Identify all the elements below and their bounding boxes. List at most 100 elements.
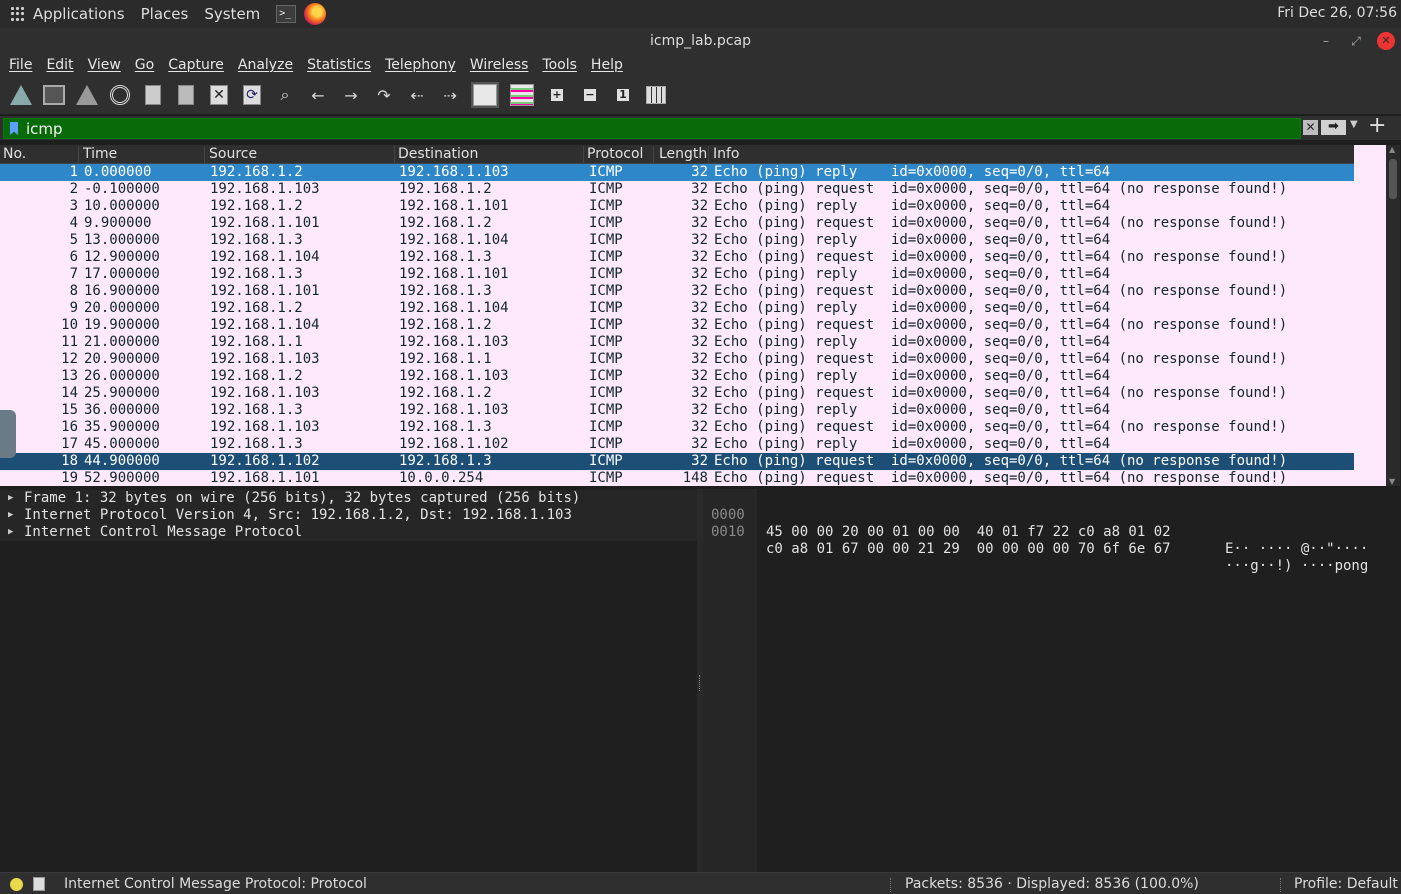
add-filter-button-plus-icon[interactable]: +: [1368, 113, 1386, 138]
menu-wireless[interactable]: Wireless: [470, 57, 529, 73]
table-row[interactable]: 4 9.900000 192.168.1.101 192.168.1.2 ICMP 32 E…: [0, 215, 1354, 232]
menu-tools[interactable]: Tools: [542, 57, 577, 73]
cell-len: 32: [691, 436, 708, 452]
stop-capture-icon[interactable]: [41, 82, 67, 108]
detail-row-icmp[interactable]: ▶ Internet Control Message Protocol: [0, 524, 697, 541]
colorize-icon[interactable]: [507, 82, 537, 108]
table-row[interactable]: 11 21.000000 192.168.1.1 192.168.1.103 ICMP 3…: [0, 334, 1354, 351]
packet-list-scrollbar[interactable]: ▲ ▼: [1386, 145, 1400, 486]
cell-time: 16.900000: [84, 283, 160, 299]
table-row[interactable]: 18 44.900000 192.168.1.102 192.168.1.3 ICMP 3…: [0, 453, 1354, 470]
bytes-row[interactable]: 0010 c0 a8 01 67 00 00 21 29 00 00 00 00…: [703, 507, 1401, 574]
table-row[interactable]: 19 52.900000 192.168.1.101 10.0.0.254 ICMP 14…: [0, 470, 1354, 486]
places-menu[interactable]: Places: [141, 5, 189, 23]
menu-file[interactable]: File: [9, 57, 32, 73]
go-last-icon[interactable]: ⇢: [437, 82, 463, 108]
cell-dst: 192.168.1.3: [399, 453, 492, 469]
table-row[interactable]: 6 12.900000 192.168.1.104 192.168.1.3 ICMP 32…: [0, 249, 1354, 266]
bookmark-icon[interactable]: [10, 122, 18, 135]
table-row[interactable]: 5 13.000000 192.168.1.3 192.168.1.104 ICMP 32…: [0, 232, 1354, 249]
table-row[interactable]: 7 17.000000 192.168.1.3 192.168.1.101 ICMP 32…: [0, 266, 1354, 283]
expand-arrow-icon[interactable]: ▶: [8, 490, 13, 507]
go-forward-icon[interactable]: →: [338, 82, 364, 108]
expert-info-icon[interactable]: [10, 878, 23, 891]
clock[interactable]: Fri Dec 26, 07:56: [1277, 5, 1397, 21]
expand-arrow-icon[interactable]: ▶: [8, 507, 13, 524]
go-first-icon[interactable]: ⇠: [404, 82, 430, 108]
firefox-launcher-icon[interactable]: [304, 3, 327, 25]
go-to-packet-icon[interactable]: ↷: [371, 82, 397, 108]
packet-list[interactable]: No. Time Source Destination Protocol Len…: [0, 145, 1354, 486]
side-panel-handle[interactable]: [0, 410, 16, 458]
scroll-down-icon[interactable]: ▼: [1389, 477, 1395, 486]
close-file-icon[interactable]: ✕: [206, 82, 232, 108]
apps-grid-icon[interactable]: [11, 7, 25, 21]
table-row[interactable]: 1 0.000000 192.168.1.2 192.168.1.103 ICMP 32 E…: [0, 164, 1354, 181]
cell-proto: ICMP: [589, 266, 623, 282]
open-file-icon[interactable]: [140, 82, 166, 108]
reload-file-icon[interactable]: ⟳: [239, 82, 265, 108]
table-row[interactable]: 17 45.000000 192.168.1.3 192.168.1.102 ICMP 3…: [0, 436, 1354, 453]
table-row[interactable]: 3 10.000000 192.168.1.2 192.168.1.101 ICMP 32…: [0, 198, 1354, 215]
column-header-destination[interactable]: Destination: [398, 146, 584, 164]
table-row[interactable]: 15 36.000000 192.168.1.3 192.168.1.103 ICMP 3…: [0, 402, 1354, 419]
menu-edit[interactable]: Edit: [46, 57, 73, 73]
packet-list-minimap[interactable]: [1354, 145, 1386, 486]
auto-scroll-icon[interactable]: [470, 82, 500, 108]
window-titlebar: icmp_lab.pcap – ⤢ ✕: [0, 28, 1401, 54]
table-row[interactable]: 16 35.900000 192.168.1.103 192.168.1.3 ICMP 3…: [0, 419, 1354, 436]
menu-analyze[interactable]: Analyze: [238, 57, 293, 73]
applications-menu[interactable]: Applications: [33, 5, 125, 23]
packet-bytes-pane[interactable]: 0000 45 00 00 20 00 01 00 00 40 01 f7 22…: [703, 489, 1401, 872]
table-row[interactable]: 9 20.000000 192.168.1.2 192.168.1.104 ICMP 32…: [0, 300, 1354, 317]
zoom-in-icon[interactable]: +: [544, 82, 570, 108]
menu-go[interactable]: Go: [135, 57, 154, 73]
menu-telephony[interactable]: Telephony: [385, 57, 456, 73]
terminal-launcher-icon[interactable]: >_: [276, 5, 297, 23]
detail-row-frame[interactable]: ▶ Frame 1: 32 bytes on wire (256 bits), …: [0, 490, 697, 507]
capture-comment-icon[interactable]: [33, 877, 45, 891]
table-row[interactable]: 13 26.000000 192.168.1.2 192.168.1.103 ICMP 3…: [0, 368, 1354, 385]
clear-filter-icon[interactable]: ✕: [1303, 120, 1318, 135]
capture-options-icon[interactable]: [107, 82, 133, 108]
packet-details-pane[interactable]: ▶ Frame 1: 32 bytes on wire (256 bits), …: [0, 489, 697, 872]
detail-row-ipv4[interactable]: ▶ Internet Protocol Version 4, Src: 192.…: [0, 507, 697, 524]
column-header-info[interactable]: Info: [713, 146, 1354, 164]
table-row[interactable]: 8 16.900000 192.168.1.101 192.168.1.3 ICMP 32…: [0, 283, 1354, 300]
table-row[interactable]: 2 -0.100000 192.168.1.103 192.168.1.2 ICMP 32…: [0, 181, 1354, 198]
column-header-no[interactable]: No.: [3, 146, 79, 164]
bytes-row[interactable]: 0000 45 00 00 20 00 01 00 00 40 01 f7 22…: [703, 490, 1401, 557]
table-row[interactable]: 10 19.900000 192.168.1.104 192.168.1.2 ICMP 3…: [0, 317, 1354, 334]
scroll-thumb[interactable]: [1389, 159, 1397, 199]
system-menu[interactable]: System: [204, 5, 260, 23]
apply-filter-icon[interactable]: ➡: [1321, 120, 1346, 135]
menu-capture[interactable]: Capture: [168, 57, 224, 73]
menu-help[interactable]: Help: [591, 57, 623, 73]
filter-history-chevron-down-icon[interactable]: ▼: [1350, 119, 1358, 130]
scroll-up-icon[interactable]: ▲: [1389, 145, 1395, 154]
expand-arrow-icon[interactable]: ▶: [8, 524, 13, 541]
profile-status[interactable]: Profile: Default: [1294, 876, 1398, 892]
menu-statistics[interactable]: Statistics: [307, 57, 371, 73]
minimize-button[interactable]: –: [1317, 32, 1335, 50]
display-filter-input[interactable]: icmp: [3, 118, 1301, 139]
cell-time: 21.000000: [84, 334, 160, 350]
maximize-button[interactable]: ⤢: [1347, 32, 1365, 50]
find-packet-icon[interactable]: ⌕: [272, 82, 298, 108]
start-capture-icon[interactable]: [8, 82, 34, 108]
zoom-out-icon[interactable]: −: [577, 82, 603, 108]
restart-capture-icon[interactable]: [74, 82, 100, 108]
go-back-icon[interactable]: ←: [305, 82, 331, 108]
column-header-time[interactable]: Time: [83, 146, 205, 164]
close-button[interactable]: ✕: [1377, 32, 1395, 50]
resize-columns-icon[interactable]: [643, 82, 669, 108]
table-row[interactable]: 14 25.900000 192.168.1.103 192.168.1.2 ICMP 3…: [0, 385, 1354, 402]
normal-size-icon[interactable]: 1: [610, 82, 636, 108]
column-header-protocol[interactable]: Protocol: [587, 146, 654, 164]
save-file-icon[interactable]: [173, 82, 199, 108]
table-row[interactable]: 12 20.900000 192.168.1.103 192.168.1.1 ICMP 3…: [0, 351, 1354, 368]
column-header-source[interactable]: Source: [209, 146, 395, 164]
column-header-length[interactable]: Length: [659, 146, 709, 164]
menu-view[interactable]: View: [88, 57, 121, 73]
display-filter-text[interactable]: icmp: [26, 120, 63, 138]
